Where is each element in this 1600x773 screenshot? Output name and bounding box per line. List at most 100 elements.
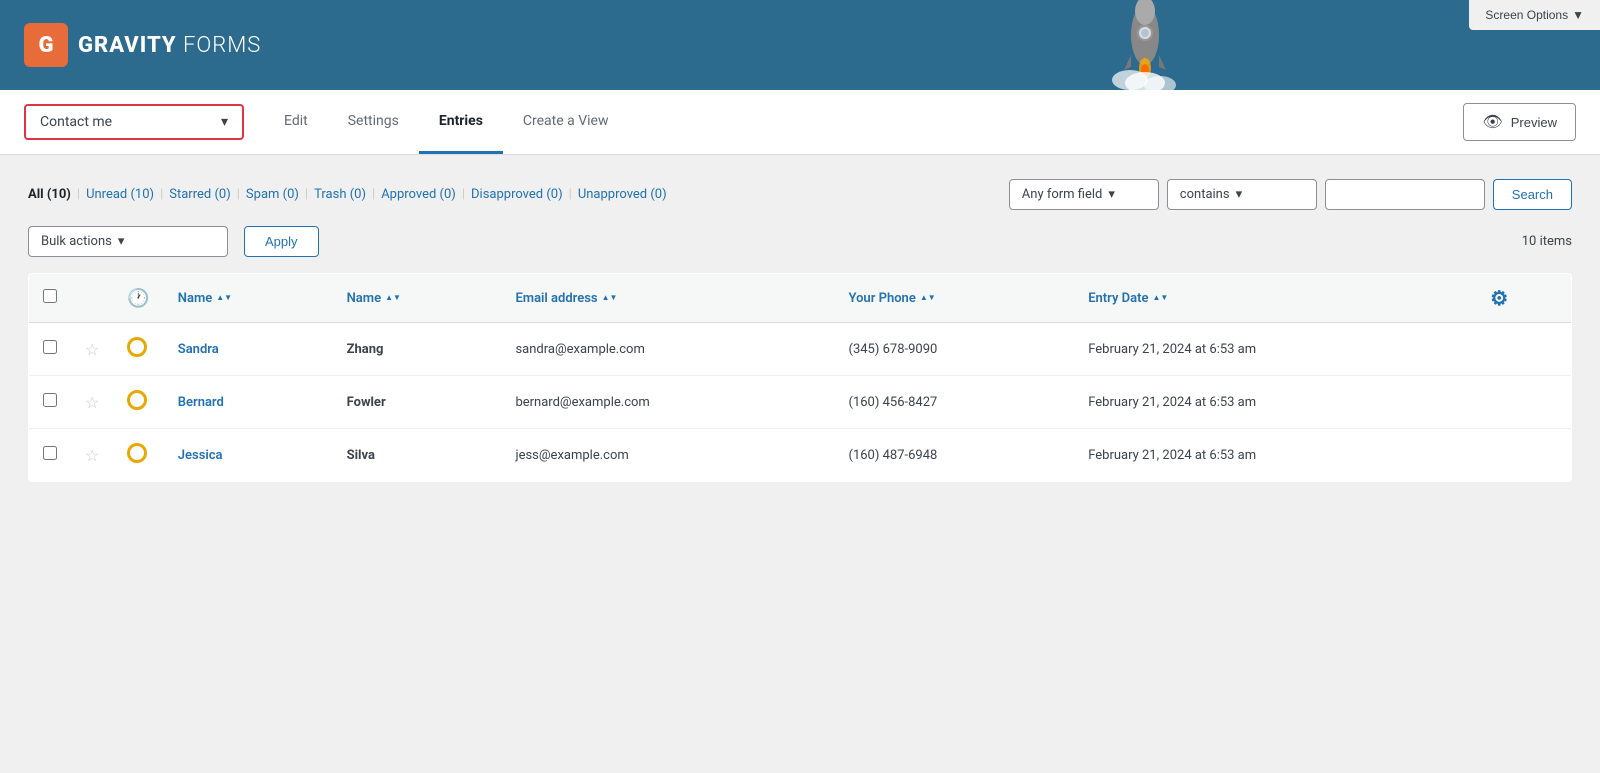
sep: | xyxy=(462,187,465,202)
status-circle xyxy=(127,443,147,463)
filter-all[interactable]: All (10) xyxy=(28,187,71,202)
sep: | xyxy=(160,187,163,202)
form-selector-label: Contact me xyxy=(40,114,112,130)
filter-bar: All (10) | Unread (10) | Starred (0) | S… xyxy=(28,179,1572,210)
bulk-actions-selector[interactable]: Bulk actions ▾ xyxy=(28,226,228,257)
col-header-date[interactable]: Entry Date ▲▼ xyxy=(1074,274,1476,323)
sep: | xyxy=(305,187,308,202)
chevron-down-icon: ▾ xyxy=(1108,187,1115,202)
logo: G GRAVITY FORMS xyxy=(24,23,261,67)
status-circle xyxy=(127,337,147,357)
content: All (10) | Unread (10) | Starred (0) | S… xyxy=(0,155,1600,506)
sep: | xyxy=(372,187,375,202)
cell-date: February 21, 2024 at 6:53 am xyxy=(1074,323,1476,376)
table-row: ☆ Sandra Zhang sandra@example.com (345) … xyxy=(29,323,1572,376)
col-header-status: 🕐 xyxy=(113,274,163,323)
tab-create-view[interactable]: Create a View xyxy=(503,90,629,154)
cell-first-name: Sandra xyxy=(164,323,333,376)
cell-last-name: Silva xyxy=(333,429,502,482)
cell-status xyxy=(113,323,163,376)
apply-button[interactable]: Apply xyxy=(244,226,319,257)
filter-spam[interactable]: Spam (0) xyxy=(246,187,299,202)
form-selector[interactable]: Contact me ▾ xyxy=(24,104,244,140)
header: G GRAVITY FORMS Screen Options ▼ xyxy=(0,0,1600,90)
cell-phone: (160) 456-8427 xyxy=(835,376,1075,429)
cell-star: ☆ xyxy=(71,323,113,376)
cell-email: jess@example.com xyxy=(501,429,834,482)
cell-star: ☆ xyxy=(71,429,113,482)
row-checkbox-0[interactable] xyxy=(43,340,57,354)
filter-unread[interactable]: Unread (10) xyxy=(86,187,154,202)
row-checkbox-2[interactable] xyxy=(43,446,57,460)
chevron-down-icon: ▼ xyxy=(1572,8,1584,22)
star-icon[interactable]: ☆ xyxy=(85,446,99,465)
items-count: 10 items xyxy=(1522,234,1572,249)
filter-links: All (10) | Unread (10) | Starred (0) | S… xyxy=(28,187,667,202)
sep: | xyxy=(237,187,240,202)
bulk-row: Bulk actions ▾ Apply 10 items xyxy=(28,226,1572,257)
filter-approved[interactable]: Approved (0) xyxy=(381,187,456,202)
col-header-email[interactable]: Email address ▲▼ xyxy=(501,274,834,323)
screen-options-button[interactable]: Screen Options ▼ xyxy=(1469,0,1600,30)
table-row: ☆ Jessica Silva jess@example.com (160) 4… xyxy=(29,429,1572,482)
status-circle xyxy=(127,390,147,410)
logo-icon: G xyxy=(24,23,68,67)
sort-arrows-date: ▲▼ xyxy=(1152,294,1168,302)
gear-icon[interactable]: ⚙ xyxy=(1490,286,1508,310)
preview-button[interactable]: 👁 Preview xyxy=(1463,103,1576,141)
cell-last-name: Fowler xyxy=(333,376,502,429)
cell-checkbox xyxy=(29,376,72,429)
cell-status xyxy=(113,429,163,482)
sort-arrows-last-name: ▲▼ xyxy=(385,294,401,302)
rocket-illustration xyxy=(1110,0,1180,90)
eye-icon: 👁 xyxy=(1482,112,1502,132)
tab-settings[interactable]: Settings xyxy=(328,90,419,154)
col-header-actions: ⚙ xyxy=(1476,274,1571,323)
filter-starred[interactable]: Starred (0) xyxy=(169,187,230,202)
cell-phone: (345) 678-9090 xyxy=(835,323,1075,376)
sort-arrows-phone: ▲▼ xyxy=(920,294,936,302)
condition-selector[interactable]: contains ▾ xyxy=(1167,179,1317,210)
table-row: ☆ Bernard Fowler bernard@example.com (16… xyxy=(29,376,1572,429)
cell-checkbox xyxy=(29,429,72,482)
star-icon[interactable]: ☆ xyxy=(85,340,99,359)
entry-link-first-name[interactable]: Jessica xyxy=(178,448,223,463)
col-header-phone[interactable]: Your Phone ▲▼ xyxy=(835,274,1075,323)
cell-actions xyxy=(1476,323,1571,376)
entry-link-first-name[interactable]: Sandra xyxy=(178,342,219,357)
cell-actions xyxy=(1476,429,1571,482)
search-input[interactable] xyxy=(1325,179,1485,210)
col-header-checkbox xyxy=(29,274,72,323)
cell-phone: (160) 487-6948 xyxy=(835,429,1075,482)
filter-trash[interactable]: Trash (0) xyxy=(314,187,366,202)
entries-table: 🕐 Name ▲▼ Name ▲▼ Email addres xyxy=(28,273,1572,482)
field-selector[interactable]: Any form field ▾ xyxy=(1009,179,1159,210)
cell-date: February 21, 2024 at 6:53 am xyxy=(1074,429,1476,482)
tab-edit[interactable]: Edit xyxy=(264,90,328,154)
subheader: Contact me ▾ Edit Settings Entries Creat… xyxy=(0,90,1600,155)
logo-text: GRAVITY FORMS xyxy=(78,33,261,58)
select-all-checkbox[interactable] xyxy=(43,289,57,303)
col-header-last-name[interactable]: Name ▲▼ xyxy=(333,274,502,323)
clock-icon: 🕐 xyxy=(127,288,149,309)
filter-unapproved[interactable]: Unapproved (0) xyxy=(578,187,667,202)
row-checkbox-1[interactable] xyxy=(43,393,57,407)
chevron-down-icon: ▾ xyxy=(118,234,125,249)
sort-arrows-first-name: ▲▼ xyxy=(216,294,232,302)
entry-link-first-name[interactable]: Bernard xyxy=(178,395,224,410)
star-icon[interactable]: ☆ xyxy=(85,393,99,412)
cell-checkbox xyxy=(29,323,72,376)
tab-entries[interactable]: Entries xyxy=(419,90,503,154)
cell-email: bernard@example.com xyxy=(501,376,834,429)
search-controls: Any form field ▾ contains ▾ Search xyxy=(1009,179,1572,210)
filter-disapproved[interactable]: Disapproved (0) xyxy=(471,187,563,202)
cell-actions xyxy=(1476,376,1571,429)
search-button[interactable]: Search xyxy=(1493,179,1572,210)
nav-tabs: Edit Settings Entries Create a View xyxy=(264,90,628,154)
chevron-down-icon: ▾ xyxy=(221,114,228,130)
sep: | xyxy=(77,187,80,202)
sort-arrows-email: ▲▼ xyxy=(602,294,618,302)
col-header-first-name[interactable]: Name ▲▼ xyxy=(164,274,333,323)
cell-first-name: Jessica xyxy=(164,429,333,482)
table-header-row: 🕐 Name ▲▼ Name ▲▼ Email addres xyxy=(29,274,1572,323)
